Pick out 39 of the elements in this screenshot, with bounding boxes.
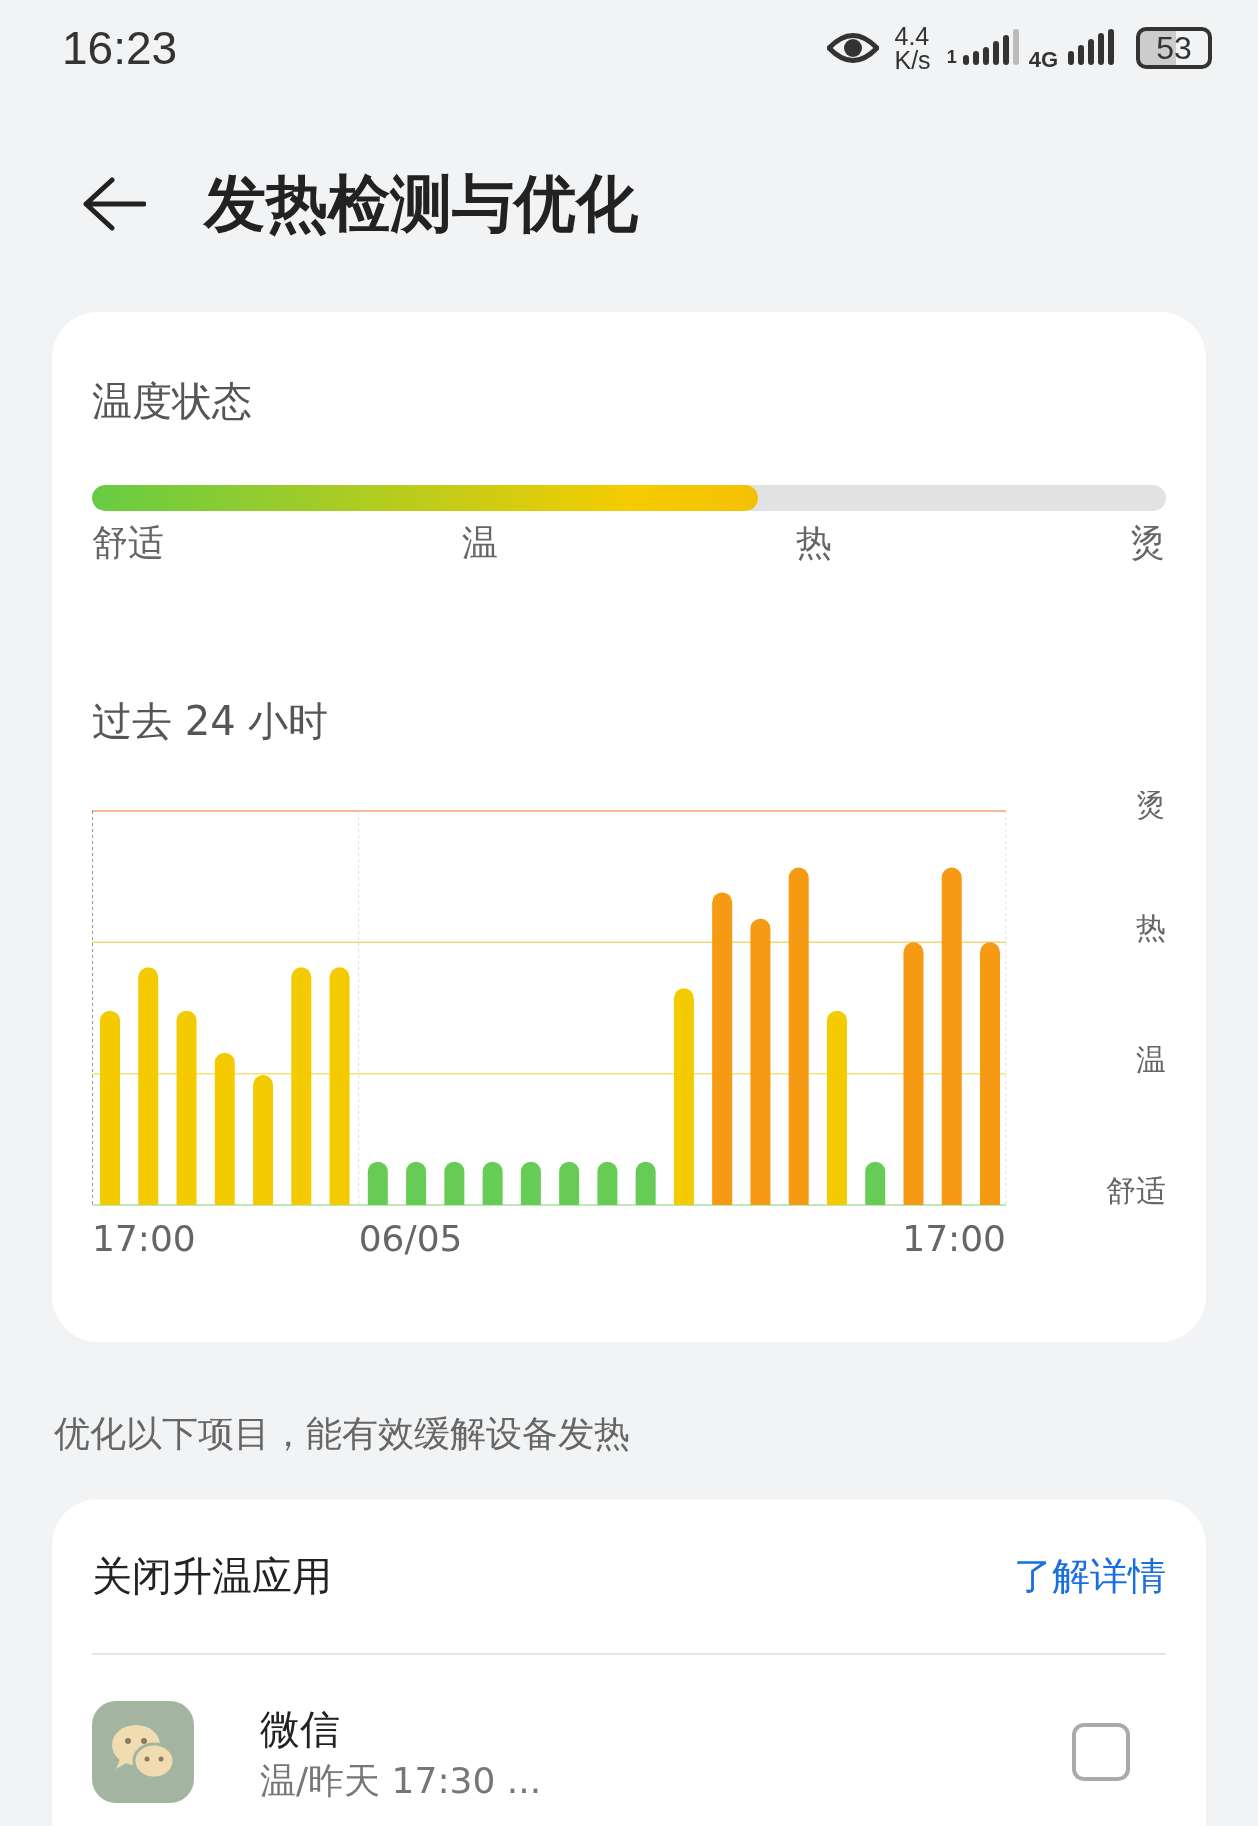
- clock-time: 16:23: [62, 21, 178, 75]
- axis-label: 热: [1136, 910, 1166, 946]
- axis-label: 17:00: [92, 1218, 196, 1259]
- scale-label: 热: [796, 521, 832, 565]
- chart-bar: [635, 1161, 656, 1205]
- app-detail: 温/昨天 17:30 ...: [260, 1758, 543, 1803]
- eye-icon: [826, 31, 879, 65]
- signal-icon: [1068, 29, 1114, 67]
- app-name: 微信: [260, 1704, 341, 1754]
- chart-bar: [482, 1161, 503, 1205]
- chat-app-icon: [92, 1701, 194, 1803]
- axis-label: 17:00: [902, 1218, 1006, 1259]
- scale-label: 舒适: [92, 521, 164, 565]
- axis-label: 温: [1136, 1041, 1166, 1077]
- learn-more-link[interactable]: 了解详情: [1014, 1550, 1166, 1602]
- chart-bar: [559, 1161, 580, 1205]
- chart-bar: [597, 1161, 618, 1205]
- axis-label: 06/05: [358, 1218, 463, 1259]
- axis-label: 舒适: [1106, 1173, 1166, 1208]
- sim-number: 1: [946, 46, 957, 68]
- section-title: 关闭升温应用: [92, 1551, 332, 1601]
- back-arrow-icon[interactable]: [82, 176, 146, 232]
- section-title: 温度状态: [92, 377, 253, 426]
- page-title: 发热检测与优化: [204, 166, 638, 242]
- speed-unit: K/s: [894, 48, 931, 72]
- scale-label: 烫: [1130, 521, 1166, 565]
- section-title: 过去 24 小时: [92, 697, 330, 746]
- signal-icon: [960, 29, 1019, 67]
- speed-value: 4.4: [894, 24, 931, 48]
- scale-label: 温: [462, 521, 498, 565]
- battery-indicator: 53: [1136, 27, 1212, 69]
- chart-bar: [520, 1161, 541, 1205]
- chart-bar: [367, 1161, 388, 1205]
- chart-bar: [865, 1161, 886, 1205]
- checkbox[interactable]: [1072, 1723, 1130, 1781]
- network-type: 4G: [1028, 47, 1058, 73]
- hint-text: 优化以下项目，能有效缓解设备发热: [53, 1412, 631, 1456]
- chart-bar: [406, 1161, 427, 1205]
- chart-bar: [444, 1161, 465, 1205]
